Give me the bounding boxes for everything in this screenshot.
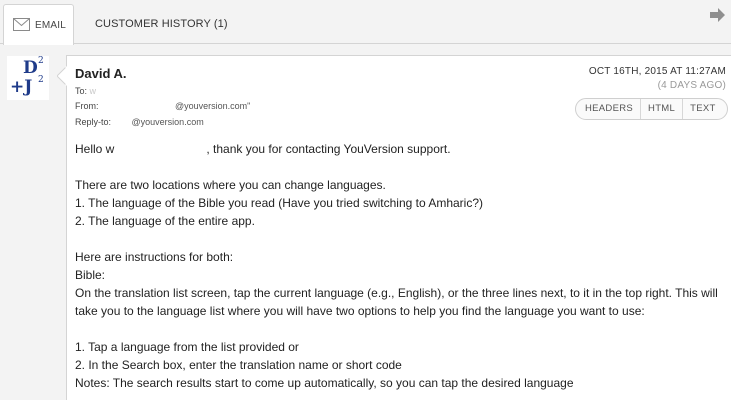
greeting-end: , thank you for contacting YouVersion su… [206,142,451,156]
reply-to-value: @youversion.com [131,117,204,127]
view-mode-buttons: HEADERS HTML TEXT [575,98,728,120]
body-line: Notes: The search results start to come … [75,376,574,390]
sender-name: David A. [75,66,127,81]
message-body: Hello w , thank you for contacting YouVer… [75,140,727,392]
body-line: On the translation list screen, tap the … [75,286,718,318]
body-line: 2. The language of the entire app. [75,214,255,228]
to-row: To: w [75,86,96,96]
reply-to-label: Reply-to: [75,117,112,127]
from-label: From: [75,101,99,111]
to-label: To: [75,86,88,96]
html-button[interactable]: HTML [640,99,682,119]
tab-customer-history[interactable]: CUSTOMER HISTORY (1) [95,18,228,30]
text-button[interactable]: TEXT [682,99,726,119]
reply-to-row: Reply-to: @youversion.com [75,117,204,127]
avatar-letter-d: D [23,58,38,78]
from-row: From: @youversion.com" [75,101,250,111]
greeting-line: Hello w , thank you for contacting YouVer… [75,140,727,158]
message-age: (4 DAYS AGO) [657,80,726,91]
avatar-letter-j: +J [10,77,33,97]
body-line: 2. In the Search box, enter the translat… [75,358,402,372]
tab-bar: EMAIL CUSTOMER HISTORY (1) [0,0,731,45]
to-value: w [89,86,97,96]
body-line: 1. The language of the Bible you read (H… [75,196,484,210]
avatar-superscript: 2 [38,75,44,85]
body-line: Here are instructions for both: [75,250,234,264]
forward-arrow-icon[interactable] [710,8,726,27]
card-pointer [57,66,67,86]
avatar: D 2 +J 2 [7,56,49,100]
greeting-start: Hello w [75,142,115,156]
body-line: Bible: [75,268,106,282]
tab-email-label: EMAIL [35,20,67,31]
avatar-superscript: 2 [38,56,44,66]
message-date: OCT 16TH, 2015 AT 11:27AM [588,66,726,77]
body-line: There are two locations where you can ch… [75,178,386,192]
envelope-icon [13,18,30,36]
body-line: 1. Tap a language from the list provided… [75,340,299,354]
headers-button[interactable]: HEADERS [576,99,640,119]
tab-email[interactable]: EMAIL [3,4,74,45]
from-value: @youversion.com" [175,101,251,111]
